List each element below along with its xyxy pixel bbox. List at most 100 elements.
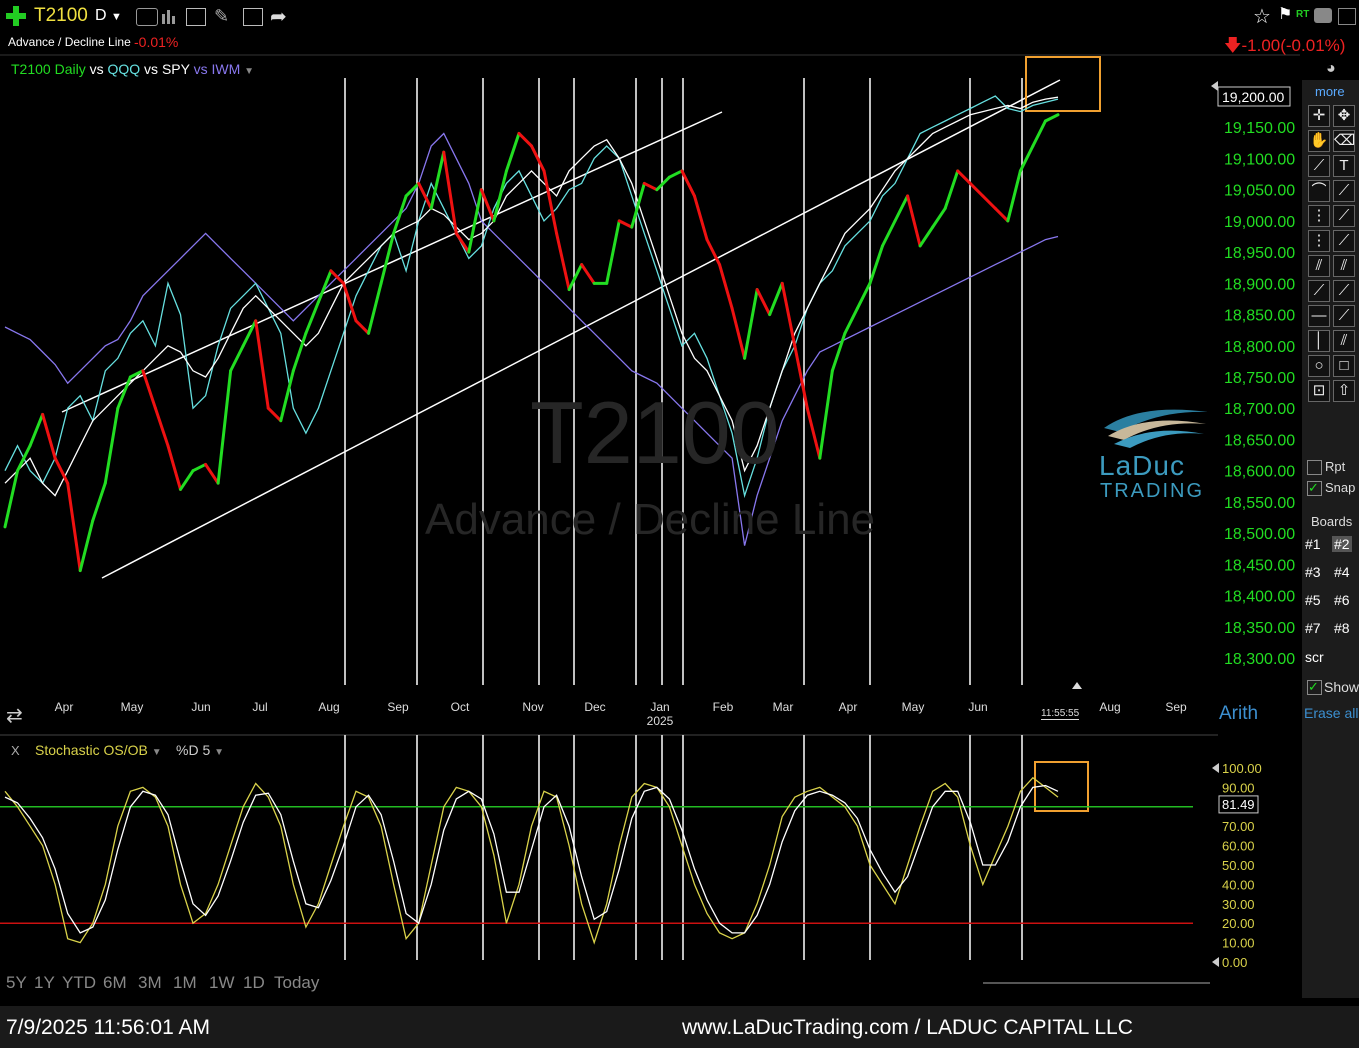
range-button-3m[interactable]: 3M bbox=[138, 973, 162, 993]
range-button-1m[interactable]: 1M bbox=[173, 973, 197, 993]
more-link[interactable]: more bbox=[1315, 84, 1345, 99]
measure-icon[interactable]: ⊡ bbox=[1308, 380, 1330, 402]
fib-grid-icon[interactable]: ⋮ bbox=[1308, 205, 1330, 227]
close-indicator-button[interactable]: X bbox=[11, 743, 20, 758]
period-selector[interactable]: D ▼ bbox=[95, 7, 122, 25]
share-icon[interactable]: ➦ bbox=[270, 4, 287, 29]
compare-legend[interactable]: T2100 Daily vs QQQ vs SPY vs IWM ▼ bbox=[11, 61, 254, 77]
last-value-label: 19,200.00 bbox=[1222, 89, 1284, 105]
layers-icon[interactable] bbox=[243, 8, 263, 26]
board-4[interactable]: #4 bbox=[1334, 564, 1350, 580]
scr-button[interactable]: scr bbox=[1305, 649, 1324, 665]
board-2[interactable]: #2 bbox=[1332, 536, 1352, 552]
series-segment-t2100 bbox=[868, 244, 884, 285]
arrow-up-icon[interactable]: ⇧ bbox=[1333, 380, 1355, 402]
oscillator-tick-label: 20.00 bbox=[1222, 916, 1255, 931]
channel-upper-line bbox=[61, 111, 723, 413]
circle-icon[interactable]: ○ bbox=[1308, 355, 1330, 377]
price-tick-label: 18,700.00 bbox=[1224, 401, 1295, 418]
palette-icon[interactable]: ◕ bbox=[1326, 60, 1336, 78]
series-segment-t2100 bbox=[567, 263, 584, 292]
board-5[interactable]: #5 bbox=[1305, 592, 1321, 608]
period-label: D bbox=[95, 7, 107, 24]
arc-tool-icon[interactable]: ⌒ bbox=[1308, 180, 1330, 202]
series-segment-t2100 bbox=[1006, 169, 1022, 223]
legend-vs: vs bbox=[193, 61, 208, 77]
add-symbol-icon[interactable] bbox=[6, 6, 26, 26]
series-segment-t2100 bbox=[367, 281, 383, 335]
series-segment-t2100 bbox=[429, 150, 446, 210]
change-percent: -0.01% bbox=[134, 34, 179, 50]
series-segment-t2100 bbox=[454, 231, 471, 254]
x-tick-label: May bbox=[121, 700, 144, 714]
laduc-logo-icon bbox=[1100, 398, 1212, 450]
range-button-ytd[interactable]: YTD bbox=[62, 973, 96, 993]
snap-checkbox[interactable]: ✓ bbox=[1307, 481, 1322, 496]
fib-fan-icon[interactable]: ⟋ bbox=[1333, 205, 1355, 227]
x-tick-label: Feb bbox=[713, 700, 734, 714]
flag-icon[interactable]: ⚑ bbox=[1278, 4, 1292, 24]
last-value-pointer-icon bbox=[1211, 81, 1218, 91]
series-segment-t2100 bbox=[617, 219, 634, 229]
series-segment-t2100 bbox=[555, 231, 571, 292]
series-segment-t2100 bbox=[467, 188, 483, 254]
range-button-today[interactable]: Today bbox=[274, 973, 319, 993]
indicator-params[interactable]: %D 5 ▼ bbox=[176, 742, 224, 758]
repeat-checkbox[interactable] bbox=[1307, 460, 1322, 475]
erase-all-link[interactable]: Erase all bbox=[1304, 705, 1358, 721]
scroll-arrows-icon[interactable]: ⇄ bbox=[6, 703, 23, 728]
horizontal-line-icon[interactable]: — bbox=[1308, 305, 1330, 327]
board-7[interactable]: #7 bbox=[1305, 620, 1321, 636]
price-tick-label: 18,600.00 bbox=[1224, 464, 1295, 481]
star-icon[interactable]: ☆ bbox=[1253, 4, 1271, 29]
series-segment-t2100 bbox=[91, 481, 107, 523]
eraser-icon[interactable]: ⌫ bbox=[1333, 130, 1355, 152]
chevron-down-icon: ▼ bbox=[244, 66, 255, 77]
price-tick-label: 18,550.00 bbox=[1224, 495, 1295, 512]
bar-chart-icon[interactable] bbox=[160, 8, 178, 24]
show-label: Show bbox=[1324, 679, 1359, 695]
indicator-name-label: Stochastic OS/OB bbox=[35, 742, 148, 758]
pitchfork-icon[interactable]: ⟋ bbox=[1333, 230, 1355, 252]
screener-icon[interactable] bbox=[1314, 8, 1332, 23]
text-tool-icon[interactable]: T bbox=[1333, 155, 1355, 177]
board-3[interactable]: #3 bbox=[1305, 564, 1321, 580]
gann-fan-icon[interactable]: ⟋ bbox=[1333, 280, 1355, 302]
series-segment-t2100 bbox=[956, 169, 972, 185]
vertical-line-icon[interactable]: │ bbox=[1308, 330, 1330, 352]
up-triangle-icon bbox=[1072, 682, 1082, 689]
series-segment-t2100 bbox=[78, 519, 95, 573]
symbol-label[interactable]: T2100 bbox=[34, 5, 88, 27]
range-button-5y[interactable]: 5Y bbox=[6, 973, 27, 993]
board-6[interactable]: #6 bbox=[1334, 592, 1350, 608]
rectangle-icon[interactable]: □ bbox=[1333, 355, 1355, 377]
board-8[interactable]: #8 bbox=[1334, 620, 1350, 636]
indicator-name[interactable]: Stochastic OS/OB ▼ bbox=[35, 742, 162, 758]
price-tick-label: 18,350.00 bbox=[1224, 620, 1295, 637]
line-tool-icon[interactable]: ⟋ bbox=[1308, 155, 1330, 177]
series-segment-t2100 bbox=[266, 406, 283, 423]
range-button-1d[interactable]: 1D bbox=[243, 973, 265, 993]
range-button-6m[interactable]: 6M bbox=[103, 973, 127, 993]
chart-type-icon[interactable] bbox=[136, 8, 158, 26]
arrow-tool-icon[interactable]: ✥ bbox=[1333, 105, 1355, 127]
pencil-icon[interactable]: ✎ bbox=[214, 6, 229, 27]
window-icon[interactable] bbox=[1338, 8, 1356, 25]
parallel-lines-icon[interactable]: ⫽ bbox=[1308, 255, 1330, 277]
range-button-1w[interactable]: 1W bbox=[209, 973, 235, 993]
trend-tool-icon[interactable]: ⟋ bbox=[1333, 180, 1355, 202]
series-segment-t2100 bbox=[241, 319, 258, 348]
regression-icon[interactable]: ⫽ bbox=[1333, 330, 1355, 352]
hand-icon[interactable]: ✋ bbox=[1308, 130, 1330, 152]
add-study-icon[interactable] bbox=[186, 8, 206, 26]
show-checkbox[interactable]: ✓ bbox=[1307, 680, 1322, 695]
board-1[interactable]: #1 bbox=[1305, 536, 1321, 552]
scale-mode-button[interactable]: Arith bbox=[1219, 703, 1258, 725]
crosshair-icon[interactable]: ✛ bbox=[1308, 105, 1330, 127]
channel-icon[interactable]: ⫽ bbox=[1333, 255, 1355, 277]
series-segment-t2100 bbox=[517, 131, 533, 148]
range-button-1y[interactable]: 1Y bbox=[34, 973, 55, 993]
speed-lines-icon[interactable]: ⟋ bbox=[1308, 280, 1330, 302]
ray-icon[interactable]: ⟋ bbox=[1333, 305, 1355, 327]
fib-time-icon[interactable]: ⋮ bbox=[1308, 230, 1330, 252]
